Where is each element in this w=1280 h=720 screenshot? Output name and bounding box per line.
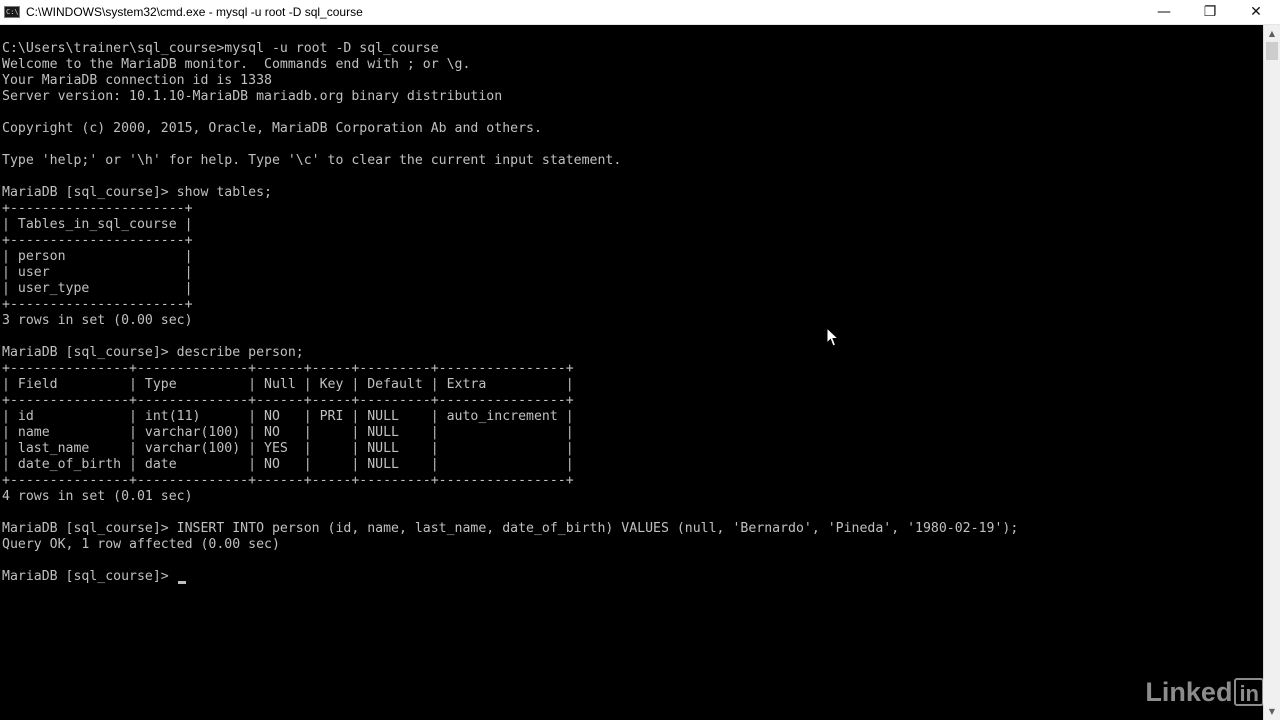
scroll-up-arrow-icon[interactable]: ▲ (1264, 25, 1280, 42)
terminal-line: Welcome to the MariaDB monitor. Commands… (2, 57, 471, 72)
linkedin-watermark: Linked in (1145, 676, 1264, 708)
terminal-line: +---------------+--------------+------+-… (2, 361, 574, 376)
terminal-line: | id | int(11) | NO | PRI | NULL | auto_… (2, 409, 574, 424)
terminal-line: | Field | Type | Null | Key | Default | … (2, 377, 574, 392)
terminal-output[interactable]: C:\Users\trainer\sql_course>mysql -u roo… (0, 25, 1263, 720)
terminal-line: | user | (2, 265, 193, 280)
window-title: C:\WINDOWS\system32\cmd.exe - mysql -u r… (26, 5, 363, 19)
terminal-line: | date_of_birth | date | NO | | NULL | | (2, 457, 574, 472)
terminal-line: MariaDB [sql_course]> INSERT INTO person… (2, 521, 1019, 536)
terminal-line: +----------------------+ (2, 233, 193, 248)
terminal-line: +----------------------+ (2, 297, 193, 312)
terminal-line: MariaDB [sql_course]> (2, 569, 177, 584)
terminal-line: +---------------+--------------+------+-… (2, 473, 574, 488)
terminal-line: 4 rows in set (0.01 sec) (2, 489, 193, 504)
text-cursor (178, 581, 186, 584)
terminal-line: Type 'help;' or '\h' for help. Type '\c'… (2, 153, 622, 168)
minimize-button[interactable]: — (1141, 0, 1187, 25)
terminal-line: 3 rows in set (0.00 sec) (2, 313, 193, 328)
watermark-in-box: in (1234, 678, 1264, 706)
vertical-scrollbar[interactable]: ▲ ▼ (1263, 25, 1280, 720)
maximize-button[interactable]: ❐ (1187, 0, 1233, 25)
cmd-icon: C:\ (4, 6, 20, 18)
terminal-line: | person | (2, 249, 193, 264)
terminal-line: Your MariaDB connection id is 1338 (2, 73, 272, 88)
terminal-line: | Tables_in_sql_course | (2, 217, 193, 232)
terminal-line: MariaDB [sql_course]> describe person; (2, 345, 304, 360)
terminal-line: Query OK, 1 row affected (0.00 sec) (2, 537, 280, 552)
terminal-line: +----------------------+ (2, 201, 193, 216)
scrollbar-thumb[interactable] (1266, 42, 1278, 60)
terminal-line: Copyright (c) 2000, 2015, Oracle, MariaD… (2, 121, 542, 136)
scroll-down-arrow-icon[interactable]: ▼ (1264, 703, 1280, 720)
terminal-line: | last_name | varchar(100) | YES | | NUL… (2, 441, 574, 456)
terminal-line: +---------------+--------------+------+-… (2, 393, 574, 408)
terminal-line: | user_type | (2, 281, 193, 296)
terminal-line: | name | varchar(100) | NO | | NULL | | (2, 425, 574, 440)
mouse-pointer-icon (826, 327, 840, 347)
close-button[interactable]: ✕ (1233, 0, 1279, 25)
terminal-line: MariaDB [sql_course]> show tables; (2, 185, 272, 200)
terminal-line: C:\Users\trainer\sql_course>mysql -u roo… (2, 41, 439, 56)
title-bar[interactable]: C:\ C:\WINDOWS\system32\cmd.exe - mysql … (0, 0, 1280, 25)
terminal-line: Server version: 10.1.10-MariaDB mariadb.… (2, 89, 503, 104)
watermark-text: Linked (1145, 676, 1233, 707)
